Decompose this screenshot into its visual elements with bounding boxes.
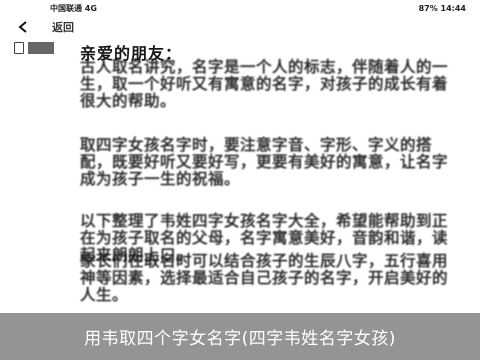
nav-bar: 返回 bbox=[0, 16, 480, 38]
article-paragraph: 古人取名讲究，名字是一个人的标志，伴随着人的一生，取一个好听又有寓意的名字，对孩… bbox=[80, 58, 449, 110]
document-icon bbox=[14, 42, 24, 54]
status-battery-time: 87% 14:44 bbox=[418, 3, 466, 13]
status-bar: 中国联通 4G 87% 14:44 bbox=[0, 0, 480, 16]
caption-overlay: 用韦取四个字女名字(四字韦姓名字女孩) bbox=[0, 313, 480, 360]
side-swatch bbox=[28, 42, 54, 54]
nav-title[interactable]: 返回 bbox=[52, 19, 74, 35]
article-body: 亲爱的朋友： 古人取名讲究，名字是一个人的标志，伴随着人的一生，取一个好听又有寓… bbox=[80, 40, 452, 320]
article-paragraph: 取四字女孩名字时，要注意字音、字形、字义的搭配，既要好听又要好写，更要有美好的寓… bbox=[80, 136, 449, 188]
status-carrier: 中国联通 4G bbox=[50, 3, 97, 13]
caption-text: 用韦取四个字女名字(四字韦姓名字女孩) bbox=[84, 329, 396, 349]
side-document-button[interactable] bbox=[14, 42, 54, 54]
chevron-left-icon[interactable] bbox=[16, 20, 30, 34]
status-right: 87% 14:44 bbox=[419, 4, 466, 13]
